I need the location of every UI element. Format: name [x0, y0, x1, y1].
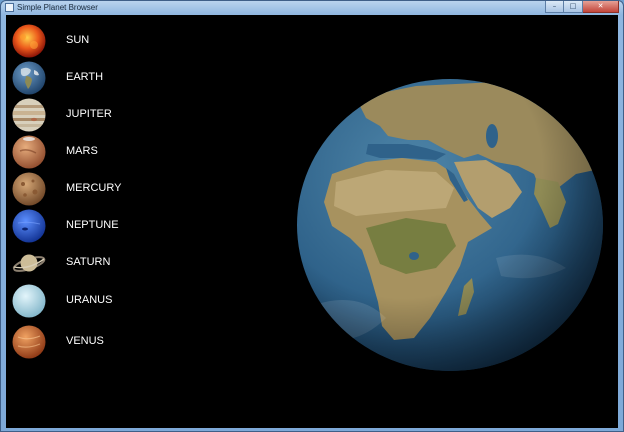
- neptune-icon: [12, 209, 46, 243]
- planet-item-sun[interactable]: SUN: [6, 23, 206, 59]
- planet-item-jupiter[interactable]: JUPITER: [6, 97, 206, 133]
- planet-label: MERCURY: [66, 182, 122, 194]
- planet-item-earth[interactable]: EARTH: [6, 60, 206, 96]
- planet-item-mercury[interactable]: MERCURY: [6, 171, 206, 207]
- caption-buttons: – □ ✕: [545, 1, 619, 14]
- planet-globe-viewer[interactable]: [296, 78, 604, 372]
- minimize-button[interactable]: –: [545, 1, 564, 13]
- planet-label: JUPITER: [66, 108, 112, 120]
- mercury-icon: [12, 172, 46, 206]
- planet-label: MARS: [66, 145, 98, 157]
- jupiter-icon: [12, 98, 46, 132]
- planet-label: NEPTUNE: [66, 219, 119, 231]
- earth-icon: [12, 61, 46, 95]
- title-bar[interactable]: Simple Planet Browser – □ ✕: [1, 1, 623, 15]
- app-window: Simple Planet Browser – □ ✕ SUN EARTH JU…: [0, 0, 624, 432]
- client-area: SUN EARTH JUPITER MARS MERCURY NEPTUNE S…: [6, 15, 618, 428]
- earth-landmass: [297, 79, 603, 371]
- saturn-icon: [12, 254, 46, 272]
- planet-label: SUN: [66, 34, 90, 46]
- venus-icon: [12, 325, 46, 359]
- window-icon: [5, 3, 14, 12]
- planet-item-mars[interactable]: MARS: [6, 134, 206, 170]
- sun-icon: [12, 24, 46, 58]
- planet-item-neptune[interactable]: NEPTUNE: [6, 208, 206, 244]
- mars-icon: [12, 135, 46, 169]
- planet-item-venus[interactable]: VENUS: [6, 324, 206, 360]
- planet-label: VENUS: [66, 335, 104, 347]
- close-button[interactable]: ✕: [583, 1, 619, 13]
- planet-item-uranus[interactable]: URANUS: [6, 283, 206, 319]
- uranus-icon: [12, 284, 46, 318]
- planet-label: URANUS: [66, 294, 113, 306]
- planet-item-saturn[interactable]: SATURN: [6, 245, 206, 281]
- window-title: Simple Planet Browser: [17, 3, 98, 12]
- planet-label: EARTH: [66, 71, 104, 83]
- maximize-button[interactable]: □: [564, 1, 583, 13]
- planet-label: SATURN: [66, 256, 111, 268]
